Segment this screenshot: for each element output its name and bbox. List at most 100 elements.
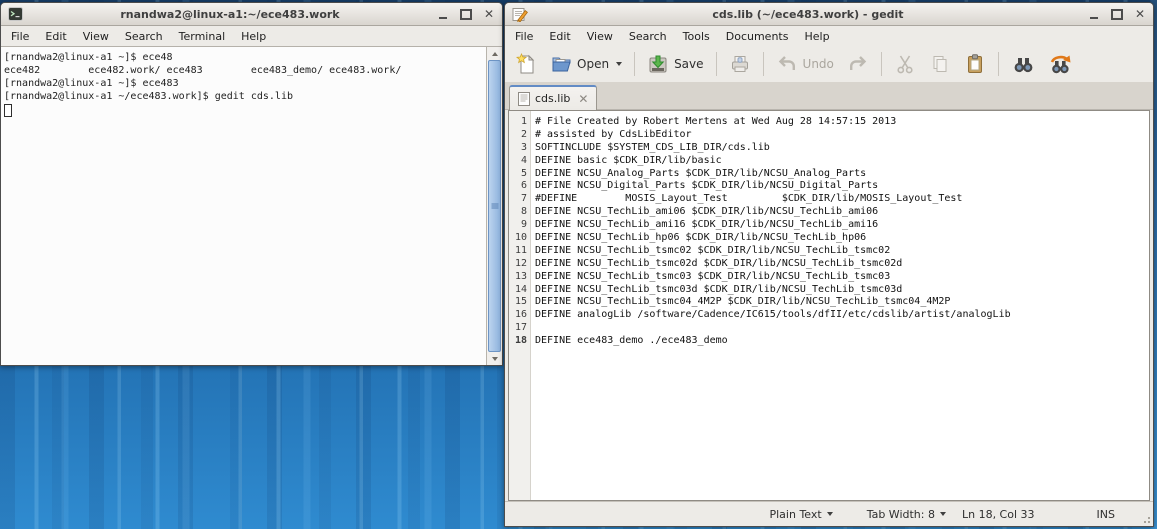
code-line: DEFINE NCSU_TechLib_hp06 $CDK_DIR/lib/NC… <box>535 232 1149 245</box>
line-number: 12 <box>513 258 527 271</box>
find-button[interactable] <box>1005 50 1041 78</box>
gedit-menu-item[interactable]: Documents <box>718 28 797 45</box>
terminal-output: [rnandwa2@linux-a1 ~]$ ece48ece482 ece48… <box>1 47 502 103</box>
code-line: SOFTINCLUDE $SYSTEM_CDS_LIB_DIR/cds.lib <box>535 142 1149 155</box>
terminal-menu-item[interactable]: Search <box>117 28 171 45</box>
text-content[interactable]: # File Created by Robert Mertens at Wed … <box>531 111 1149 500</box>
cursor-position: Ln 18, Col 33 <box>962 508 1035 521</box>
save-button[interactable]: Save <box>641 50 709 78</box>
code-line: DEFINE NCSU_Digital_Parts $CDK_DIR/lib/N… <box>535 180 1149 193</box>
chevron-down-icon <box>827 512 833 516</box>
paste-button[interactable] <box>958 50 992 78</box>
save-button-label: Save <box>674 57 703 71</box>
gedit-app-icon <box>512 7 528 22</box>
save-icon <box>647 53 669 75</box>
line-number: 10 <box>513 232 527 245</box>
line-number: 18 <box>513 335 527 348</box>
resize-grip[interactable] <box>1142 515 1150 523</box>
code-line <box>535 322 1149 335</box>
tab-close-icon[interactable]: ✕ <box>578 92 588 106</box>
terminal-titlebar[interactable]: rnandwa2@linux-a1:~/ece483.work ✕ <box>1 3 502 26</box>
terminal-app-icon <box>8 7 23 21</box>
open-dropdown-icon[interactable] <box>616 62 622 66</box>
line-number: 2 <box>513 129 527 142</box>
line-number: 4 <box>513 155 527 168</box>
gedit-statusbar: Plain Text Tab Width: 8 Ln 18, Col 33 IN… <box>505 501 1153 526</box>
insert-mode-indicator: INS <box>1097 508 1115 521</box>
print-icon <box>729 53 751 75</box>
gedit-menu-item[interactable]: View <box>579 28 621 45</box>
terminal-screen[interactable]: [rnandwa2@linux-a1 ~]$ ece48ece482 ece48… <box>1 46 502 365</box>
language-selector[interactable]: Plain Text <box>769 508 832 521</box>
minimize-button[interactable] <box>1088 7 1100 21</box>
find-and-replace-button[interactable] <box>1042 50 1078 78</box>
open-button[interactable]: Open <box>544 50 628 78</box>
terminal-line: ece482 ece482.work/ ece483 ece483_demo/ … <box>4 64 484 77</box>
terminal-menu-item[interactable]: Help <box>233 28 274 45</box>
cut-button[interactable] <box>888 50 922 78</box>
line-number: 15 <box>513 296 527 309</box>
gedit-menubar: FileEditViewSearchToolsDocumentsHelp <box>505 26 1153 46</box>
undo-button[interactable]: Undo <box>770 50 840 78</box>
code-line: DEFINE ece483_demo ./ece483_demo <box>535 335 1149 348</box>
maximize-button[interactable] <box>460 7 472 21</box>
editor-area[interactable]: 123456789101112131415161718 # File Creat… <box>508 110 1150 501</box>
gedit-window-title: cds.lib (~/ece483.work) - gedit <box>534 8 1082 21</box>
line-number-gutter: 123456789101112131415161718 <box>509 111 531 500</box>
code-line: # assisted by CdsLibEditor <box>535 129 1149 142</box>
open-folder-icon <box>550 53 572 75</box>
paste-icon <box>964 53 986 75</box>
toolbar-separator <box>763 52 764 76</box>
redo-icon <box>847 53 869 75</box>
cut-icon <box>894 53 916 75</box>
print-button[interactable] <box>723 50 757 78</box>
tab-label: cds.lib <box>535 92 570 105</box>
find-icon <box>1011 53 1035 75</box>
scroll-down-button[interactable] <box>487 352 502 365</box>
code-line: DEFINE basic $CDK_DIR/lib/basic <box>535 155 1149 168</box>
toolbar-separator <box>881 52 882 76</box>
gedit-window: cds.lib (~/ece483.work) - gedit ✕ FileEd… <box>504 2 1154 527</box>
copy-button[interactable] <box>923 50 957 78</box>
minimize-button[interactable] <box>437 7 449 21</box>
new-document-button[interactable] <box>509 50 543 78</box>
toolbar-separator <box>716 52 717 76</box>
gedit-menu-item[interactable]: Tools <box>675 28 718 45</box>
chevron-down-icon <box>940 512 946 516</box>
gedit-toolbar: Open Save Undo <box>505 46 1153 82</box>
close-button[interactable]: ✕ <box>483 7 495 21</box>
terminal-menu-item[interactable]: View <box>75 28 117 45</box>
terminal-menu-item[interactable]: Terminal <box>171 28 234 45</box>
language-label: Plain Text <box>769 508 821 521</box>
gedit-menu-item[interactable]: Help <box>796 28 837 45</box>
code-line: DEFINE NCSU_TechLib_tsmc04_4M2P $CDK_DIR… <box>535 296 1149 309</box>
code-line: #DEFINE MOSIS_Layout_Test $CDK_DIR/lib/M… <box>535 193 1149 206</box>
gedit-menu-item[interactable]: Search <box>621 28 675 45</box>
scrollbar-grip-icon <box>491 204 498 209</box>
line-number: 6 <box>513 180 527 193</box>
line-number: 3 <box>513 142 527 155</box>
terminal-menu-item[interactable]: Edit <box>37 28 74 45</box>
copy-icon <box>929 53 951 75</box>
undo-button-label: Undo <box>803 57 834 71</box>
close-button[interactable]: ✕ <box>1134 7 1146 21</box>
gedit-menu-item[interactable]: Edit <box>541 28 578 45</box>
terminal-scrollbar[interactable] <box>486 47 502 365</box>
gedit-menu-item[interactable]: File <box>507 28 541 45</box>
gedit-titlebar[interactable]: cds.lib (~/ece483.work) - gedit ✕ <box>505 3 1153 26</box>
maximize-button[interactable] <box>1111 7 1123 21</box>
terminal-window: rnandwa2@linux-a1:~/ece483.work ✕ FileEd… <box>0 2 503 366</box>
terminal-menu-item[interactable]: File <box>3 28 37 45</box>
code-line: DEFINE analogLib /software/Cadence/IC615… <box>535 309 1149 322</box>
scroll-up-button[interactable] <box>487 47 502 60</box>
line-number: 11 <box>513 245 527 258</box>
tab-cds-lib[interactable]: cds.lib ✕ <box>509 85 597 110</box>
scrollbar-thumb[interactable] <box>488 60 501 352</box>
line-number: 14 <box>513 284 527 297</box>
code-line: DEFINE NCSU_Analog_Parts $CDK_DIR/lib/NC… <box>535 168 1149 181</box>
line-number: 16 <box>513 309 527 322</box>
tab-width-selector[interactable]: Tab Width: 8 <box>867 508 946 521</box>
redo-button[interactable] <box>841 50 875 78</box>
terminal-line: [rnandwa2@linux-a1 ~]$ ece48 <box>4 51 484 64</box>
line-number: 1 <box>513 116 527 129</box>
